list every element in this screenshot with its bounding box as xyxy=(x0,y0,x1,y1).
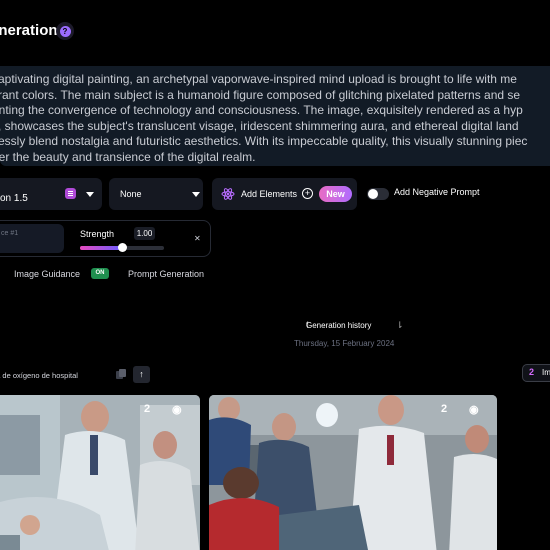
prompt-textarea[interactable]: captivating digital painting, an archety… xyxy=(0,66,550,166)
generation-title: na de oxígeno de hospital xyxy=(0,371,78,380)
style-select-label: None xyxy=(120,189,142,199)
negative-prompt-toggle[interactable] xyxy=(367,188,389,200)
chevron-down-icon xyxy=(192,192,200,197)
generated-image-1-picture xyxy=(0,395,200,550)
chevron-down-icon xyxy=(86,192,94,197)
new-badge: New xyxy=(319,186,352,202)
negative-prompt-label: Add Negative Prompt xyxy=(394,187,480,197)
image-mode-icon: 2 xyxy=(529,367,535,377)
variation-icon[interactable]: 2 xyxy=(144,403,158,417)
model-select[interactable]: on 1.5 xyxy=(0,178,102,210)
reference-input[interactable]: ce #1 xyxy=(0,224,64,253)
prompt-line: der the beauty and transience of the dig… xyxy=(0,149,256,164)
generated-image-2[interactable]: 2 ◉ xyxy=(209,395,497,550)
atom-icon xyxy=(221,188,235,200)
model-preset-icon xyxy=(65,188,76,199)
close-icon[interactable]: ✕ xyxy=(194,234,201,243)
strength-slider-fill xyxy=(80,246,122,250)
generated-image-1[interactable]: 2 ◉ xyxy=(0,395,200,550)
on-badge: ON xyxy=(91,268,109,279)
generation-history-title: Generation history xyxy=(306,321,372,330)
style-select[interactable]: None xyxy=(109,178,203,210)
prompt-line: essly blend nostalgia and futuristic aes… xyxy=(0,134,528,148)
tab-prompt-generation[interactable]: Prompt Generation xyxy=(128,269,204,279)
prompt-line: k, showcases the subject's translucent v… xyxy=(0,118,519,133)
eye-icon[interactable]: ◉ xyxy=(469,403,483,417)
sort-icon: ⇂ xyxy=(396,320,404,330)
reference-placeholder: ce #1 xyxy=(1,230,19,237)
help-icon[interactable]: ? xyxy=(56,22,74,40)
model-select-label: on 1.5 xyxy=(0,192,28,204)
add-elements-label: Add Elements xyxy=(241,189,298,199)
copy-icon[interactable] xyxy=(115,368,127,380)
variation-icon[interactable]: 2 xyxy=(441,403,455,417)
prompt-line: enting the convergence of technology and… xyxy=(0,103,523,117)
prompt-line: captivating digital painting, an archety… xyxy=(0,72,517,86)
add-elements-button[interactable]: Add Elements + New xyxy=(212,178,357,210)
tab-image-guidance[interactable]: Image Guidance xyxy=(14,269,80,279)
plus-icon: + xyxy=(302,188,313,199)
generated-image-2-picture xyxy=(209,395,497,550)
strength-label: Strength xyxy=(80,229,115,239)
image-button-label: Im xyxy=(542,368,550,377)
upload-icon[interactable]: ↑ xyxy=(133,366,150,383)
prompt-line: rant colors. The main subject is a human… xyxy=(0,87,521,102)
strength-slider[interactable] xyxy=(80,243,164,252)
generation-date: Thursday, 15 February 2024 xyxy=(294,339,395,348)
image-button[interactable]: 2 Im xyxy=(522,364,550,382)
eye-icon[interactable]: ◉ xyxy=(172,403,186,417)
strength-slider-handle[interactable] xyxy=(118,243,127,252)
strength-value[interactable]: 1.00 xyxy=(134,227,155,240)
page-title: eneration xyxy=(0,22,58,39)
image-guidance-panel: ce #1 Strength 1.00 ✕ xyxy=(0,220,211,257)
